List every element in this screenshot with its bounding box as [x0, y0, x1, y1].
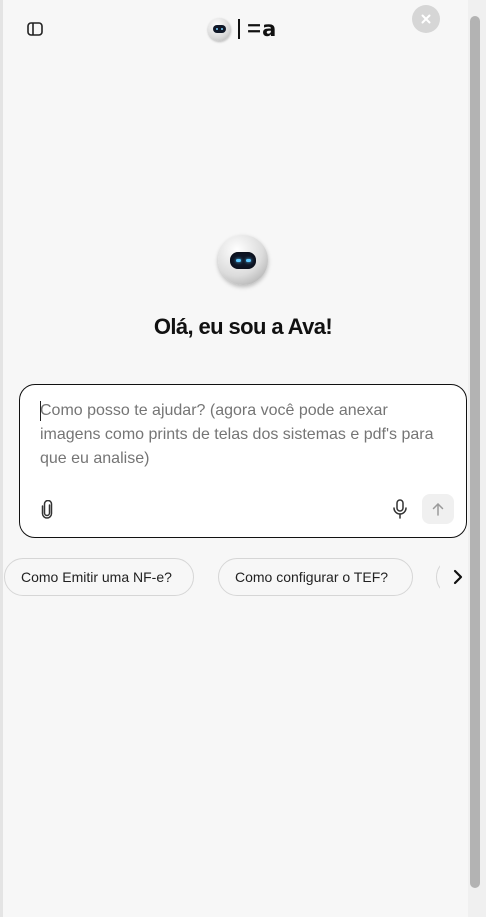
suggestion-chip[interactable] [436, 558, 440, 596]
voice-input-button[interactable] [390, 498, 410, 520]
assistant-avatar [218, 235, 268, 285]
suggestion-chips: Como Emitir uma NF-e? Como configurar o … [0, 558, 440, 596]
left-edge-divider [0, 0, 3, 917]
arrow-up-icon [432, 503, 444, 516]
chevron-right-icon [453, 569, 463, 585]
attach-file-button[interactable] [38, 499, 56, 519]
scrollbar-thumb[interactable] [470, 16, 480, 888]
close-icon [421, 14, 431, 24]
robot-face-icon [230, 251, 256, 269]
close-button[interactable] [412, 5, 440, 33]
sidebar-panel-icon [27, 22, 43, 36]
robot-logo-icon [208, 17, 231, 41]
suggestion-chip[interactable]: Como Emitir uma NF-e? [4, 558, 194, 596]
chat-message-input[interactable] [40, 399, 452, 481]
logo-text: ꘌa [247, 16, 278, 41]
greeting-title: Olá, eu sou a Ava! [153, 314, 333, 339]
app-logo: ꘌa [208, 16, 277, 42]
suggestions-next-button[interactable] [449, 566, 467, 588]
logo-separator [238, 19, 240, 39]
sidebar-toggle-button[interactable] [24, 18, 46, 40]
chat-header: ꘌa [0, 0, 468, 58]
microphone-icon [393, 499, 407, 519]
suggestion-chip[interactable]: Como configurar o TEF? [218, 558, 413, 596]
send-message-button[interactable] [422, 494, 454, 524]
paperclip-icon [41, 499, 53, 519]
text-cursor [40, 401, 41, 421]
chat-composer [19, 384, 467, 538]
